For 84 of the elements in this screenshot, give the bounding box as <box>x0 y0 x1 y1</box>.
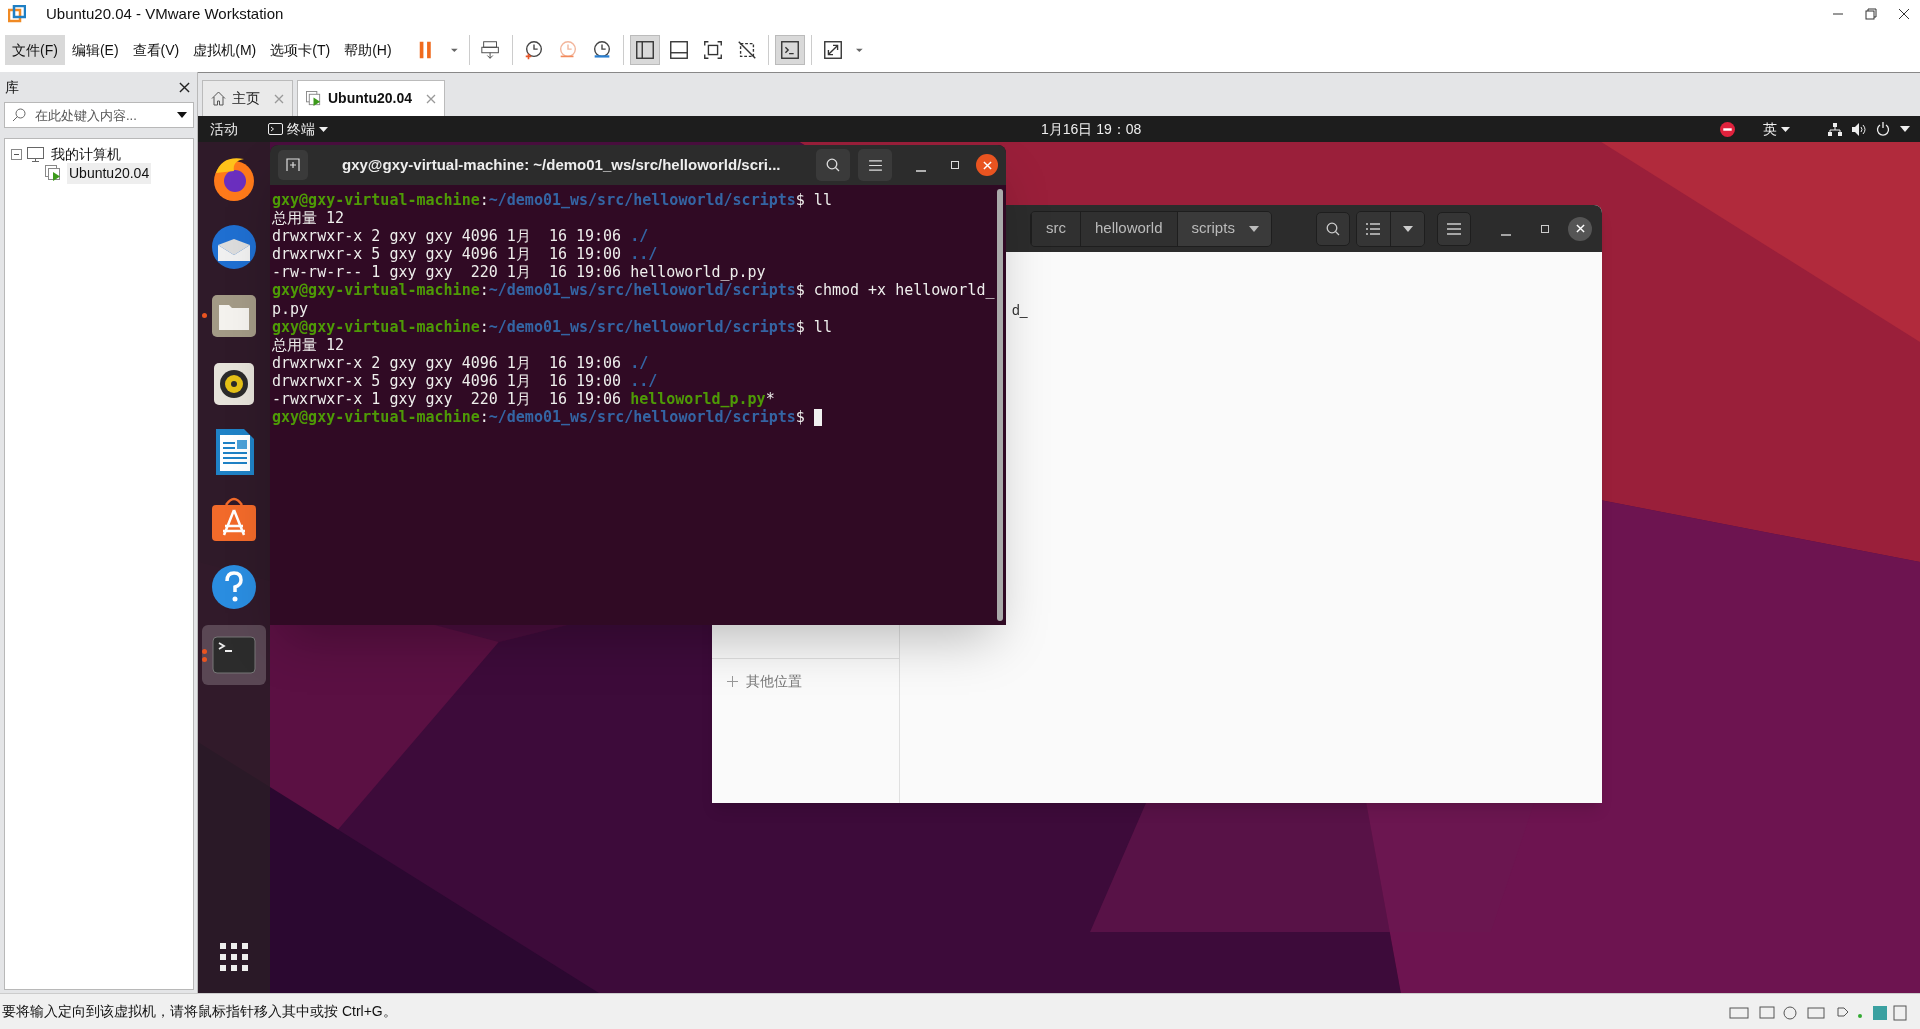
search-icon <box>12 108 26 122</box>
terminal-line: drwxrwxr-x 2 gxy gxy 4096 1月 16 19:06 ./ <box>272 353 649 372</box>
terminal-line: gxy@gxy-virtual-machine:~/demo01_ws/src/helloworld/scripts$ ll <box>272 191 832 210</box>
menu-icon <box>1446 222 1461 235</box>
caret-icon[interactable] <box>177 112 187 118</box>
no-entry-icon[interactable] <box>1720 121 1735 137</box>
view-options-button[interactable] <box>1390 211 1425 246</box>
breadcrumb[interactable]: helloworld <box>1080 211 1177 246</box>
tree-item[interactable]: Ubuntu20.04 <box>67 163 152 184</box>
app-menu[interactable]: 终端 <box>268 118 328 140</box>
tab[interactable]: 主页 <box>202 80 293 116</box>
terminal-line: drwxrwxr-x 5 gxy gxy 4096 1月 16 19:00 ../ <box>272 245 658 264</box>
search-field[interactable]: 在此处键入内容... <box>4 102 194 128</box>
close-button[interactable] <box>1568 216 1592 241</box>
input-method-menu[interactable]: 英 <box>1763 118 1790 140</box>
monitor-icon <box>27 147 44 162</box>
activities-button[interactable]: 活动 <box>210 118 238 140</box>
close-button[interactable] <box>976 154 998 176</box>
caret-icon <box>1402 225 1413 232</box>
menu-item[interactable]: 编辑(E) <box>64 35 126 65</box>
terminal-line: gxy@gxy-virtual-machine:~/demo01_ws/src/helloworld/scripts$ chmod +x helloworld_ <box>272 281 995 300</box>
minimize-icon <box>1500 233 1511 236</box>
menu-item[interactable]: 选项卡(T) <box>263 35 338 65</box>
plus-icon <box>727 676 738 687</box>
console-icon[interactable] <box>774 35 805 65</box>
list-icon <box>1366 222 1381 235</box>
sidebar-item[interactable]: 其他位置 <box>712 671 899 692</box>
app-logo-icon <box>8 5 26 23</box>
menu-icon <box>868 159 882 171</box>
menu-item[interactable]: 文件(F) <box>5 35 65 65</box>
maximize-icon <box>1540 223 1551 234</box>
volume-icon[interactable] <box>1852 122 1866 136</box>
minimize-icon <box>916 170 926 172</box>
restore-icon <box>1864 8 1877 20</box>
terminal-line: 总用量 12 <box>272 335 345 354</box>
app-grid-icon[interactable] <box>218 941 250 973</box>
terminal-line: -rw-rw-r-- 1 gxy gxy 220 1月 16 19:06 helloworld_p.py <box>272 263 766 282</box>
maximize-icon <box>950 160 960 170</box>
terminal-line: -rwxrwxr-x 1 gxy gxy 220 1月 16 19:06 helloworld_p.py* <box>272 390 775 409</box>
menu-button[interactable] <box>1437 211 1471 246</box>
file-label: d_ <box>1012 301 1028 320</box>
search-button[interactable] <box>1315 211 1350 246</box>
expand-toggle-icon[interactable] <box>11 149 22 160</box>
menu-item[interactable]: 查看(V) <box>125 35 187 65</box>
close-icon <box>1897 8 1910 20</box>
close-icon[interactable] <box>179 81 190 93</box>
tree-item[interactable]: 我的计算机 <box>49 144 123 165</box>
sidebar-layout-icon[interactable] <box>629 35 660 65</box>
caret-icon <box>1248 225 1259 232</box>
window-title: gxy@gxy-virtual-machine: ~/demo01_ws/src/helloworld/scri... <box>342 154 781 175</box>
menu-item[interactable]: 虚拟机(M) <box>186 35 264 65</box>
tab[interactable]: Ubuntu20.04 <box>297 80 445 116</box>
virtual-machine-icon <box>306 90 322 107</box>
caret-icon[interactable] <box>1900 126 1910 132</box>
terminal-line: gxy@gxy-virtual-machine:~/demo01_ws/src/helloworld/scripts$ ll <box>272 317 832 336</box>
menu-button[interactable] <box>858 149 892 181</box>
terminal-line: drwxrwxr-x 2 gxy gxy 4096 1月 16 19:06 ./ <box>272 227 649 246</box>
terminal-line: drwxrwxr-x 5 gxy gxy 4096 1月 16 19:00 ../ <box>272 371 658 391</box>
new-tab-icon <box>286 158 300 172</box>
search-button[interactable] <box>816 149 850 181</box>
new-tab-button[interactable] <box>278 150 308 180</box>
search-icon <box>1325 221 1340 236</box>
caret-icon <box>319 126 328 132</box>
terminal-icon <box>268 123 283 135</box>
breadcrumb[interactable]: scripts <box>1176 211 1271 246</box>
clock[interactable]: 1月16日 19：08 <box>1041 118 1142 140</box>
close-icon <box>982 160 992 170</box>
close-icon <box>1575 224 1585 233</box>
caret-icon <box>1781 126 1790 132</box>
scrollbar[interactable] <box>997 189 1003 621</box>
terminal-line: p.py <box>272 299 309 318</box>
window-title: Ubuntu20.04 - VMware Workstation <box>46 3 284 24</box>
power-icon[interactable] <box>1876 122 1890 136</box>
terminal-line: 总用量 12 <box>272 209 345 228</box>
network-icon[interactable] <box>1828 122 1842 136</box>
list-view-button[interactable] <box>1356 211 1391 246</box>
home-icon <box>211 91 226 106</box>
terminal-line: gxy@gxy-virtual-machine:~/demo01_ws/src/helloworld/scripts$ <box>272 408 806 427</box>
status-text: 要将输入定向到该虚拟机，请将鼠标指针移入其中或按 Ctrl+G。 <box>2 1002 397 1021</box>
menu-item[interactable]: 帮助(H) <box>337 35 399 65</box>
breadcrumb[interactable]: src <box>1031 211 1080 246</box>
virtual-machine-icon <box>45 165 62 182</box>
panel-title: 库 <box>5 77 19 97</box>
search-icon <box>826 158 840 172</box>
